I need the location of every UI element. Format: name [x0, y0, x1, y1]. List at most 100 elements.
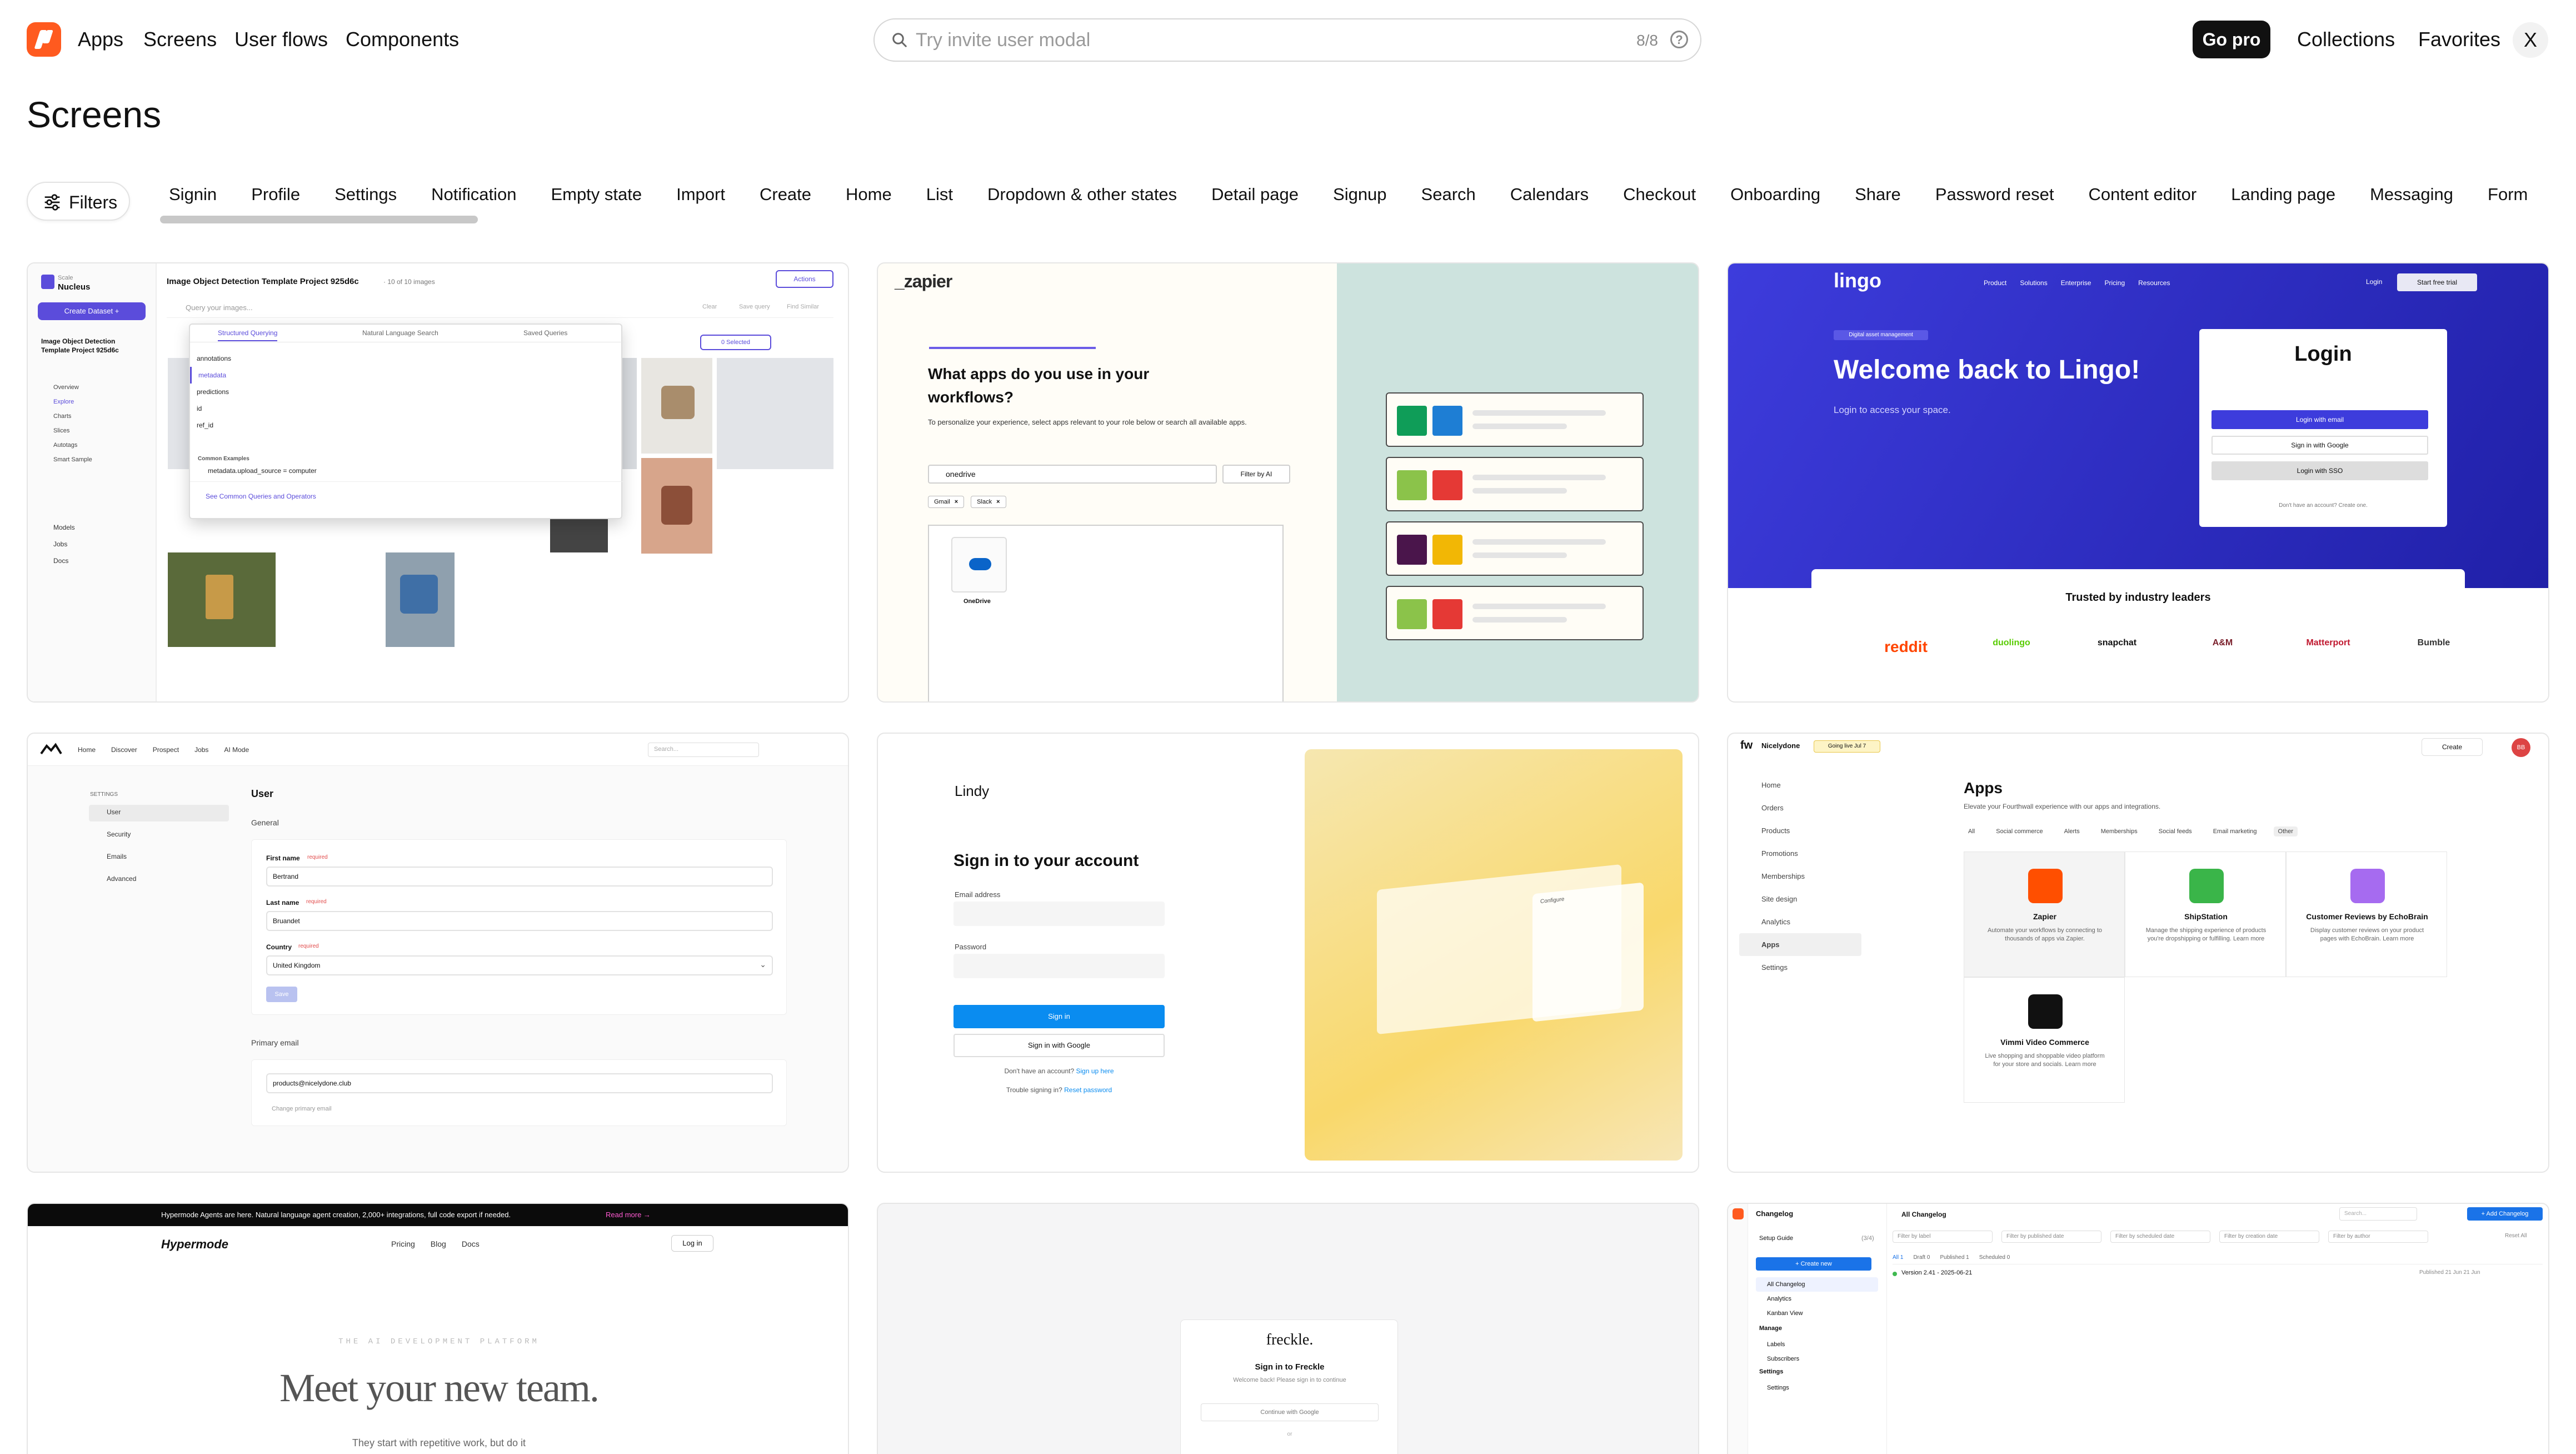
lingo-menu-item[interactable]: Product	[1984, 279, 2006, 287]
settings-nav-item[interactable]: AI Mode	[224, 746, 249, 754]
lingo-menu-item[interactable]: Solutions	[2020, 279, 2047, 287]
add-changelog-button[interactable]: + Add Changelog	[2467, 1207, 2543, 1221]
see-common-queries-link[interactable]: See Common Queries and Operators	[206, 492, 316, 500]
reset-all-link[interactable]: Reset All	[2505, 1233, 2527, 1239]
query-option[interactable]: metadata	[190, 367, 623, 384]
manage-item[interactable]: Labels	[1756, 1337, 1878, 1352]
change-email-link[interactable]: Change primary email	[272, 1106, 332, 1112]
category-checkout[interactable]: Checkout	[1610, 177, 1709, 212]
nav-user-flows[interactable]: User flows	[234, 28, 328, 51]
settings-menu-item[interactable]: Emails	[94, 853, 228, 875]
app-chip[interactable]: Gmail ×	[928, 496, 965, 508]
apps-nav-item[interactable]: Promotions	[1739, 842, 1861, 865]
apps-nav-item[interactable]: Home	[1739, 774, 1861, 796]
email-field[interactable]: products@nicelydone.club	[266, 1073, 773, 1093]
settings-nav-item[interactable]: Prospect	[153, 746, 179, 754]
sign-up-link[interactable]: Sign up here	[1076, 1067, 1114, 1075]
settings-menu-item[interactable]: User	[94, 808, 228, 830]
collections-link[interactable]: Collections	[2297, 28, 2395, 51]
app-card[interactable]: Customer Reviews by EchoBrain Display cus…	[2286, 852, 2447, 977]
apps-nav-item[interactable]: Apps	[1739, 933, 1861, 956]
category-dropdown-other-states[interactable]: Dropdown & other states	[974, 177, 1190, 212]
filter-by-ai-button[interactable]: Filter by AI	[1222, 465, 1290, 484]
google-signin-button[interactable]: Sign in with Google	[953, 1034, 1165, 1057]
nucleus-side-item[interactable]: Autotags	[41, 438, 147, 452]
category-create[interactable]: Create	[746, 177, 825, 212]
screen-card-hypermode[interactable]: Hypermode Agents are here. Natural langu…	[27, 1203, 849, 1454]
settings-menu-item[interactable]: Security	[94, 830, 228, 853]
category-content-editor[interactable]: Content editor	[2075, 177, 2210, 212]
query-option[interactable]: predictions	[190, 384, 623, 400]
app-chip[interactable]: Slack ×	[971, 496, 1006, 508]
category-form[interactable]: Form	[2474, 177, 2541, 212]
nucleus-side-item[interactable]: Charts	[41, 409, 147, 424]
changelog-filter[interactable]: Filter by published date	[2001, 1231, 2101, 1243]
nav-apps[interactable]: Apps	[78, 28, 123, 51]
go-pro-button[interactable]: Go pro	[2193, 21, 2270, 58]
app-logo[interactable]	[27, 22, 61, 57]
login-sso-button[interactable]: Login with SSO	[2211, 461, 2428, 480]
category-scrollbar[interactable]	[160, 216, 478, 223]
example-query[interactable]: metadata.upload_source = computer	[208, 467, 317, 475]
lingo-menu-item[interactable]: Pricing	[2104, 279, 2125, 287]
category-home[interactable]: Home	[832, 177, 905, 212]
screen-card-freckle[interactable]: freckle. Sign in to Freckle Welcome back…	[877, 1203, 1699, 1454]
settings-menu-item[interactable]: Advanced	[94, 875, 228, 897]
save-query-link[interactable]: Save query	[739, 303, 770, 310]
settings-nav-item[interactable]: Discover	[111, 746, 137, 754]
help-icon[interactable]: ?	[1670, 31, 1688, 48]
create-new-button[interactable]: + Create new	[1756, 1257, 1871, 1271]
login-email-button[interactable]: Login with email	[2211, 410, 2428, 429]
hypermode-nav-link[interactable]: Pricing	[391, 1239, 415, 1248]
category-import[interactable]: Import	[663, 177, 738, 212]
actions-button[interactable]: Actions	[776, 270, 833, 288]
apps-filter-tab[interactable]: Social commerce	[1991, 826, 2047, 836]
nucleus-side-bottom-item[interactable]: Jobs	[41, 536, 147, 552]
apps-nav-item[interactable]: Site design	[1739, 888, 1861, 910]
create-button[interactable]: Create	[2422, 738, 2483, 756]
changelog-entry[interactable]: Version 2.41 - 2025-06-21	[1901, 1269, 1972, 1276]
apps-filter-tab[interactable]: Alerts	[2060, 826, 2084, 836]
screen-card-apps[interactable]: fw Nicelydone Going live Jul 7 Create BB…	[1727, 733, 2549, 1173]
changelog-status-tab[interactable]: All 1	[1893, 1254, 1903, 1261]
apps-filter-tab[interactable]: All	[1964, 826, 1979, 836]
hypermode-nav-link[interactable]: Docs	[462, 1239, 480, 1248]
sign-in-button[interactable]: Sign in	[953, 1005, 1165, 1028]
email-input[interactable]	[953, 902, 1165, 926]
settings-item[interactable]: Settings	[1756, 1381, 1878, 1395]
changelog-status-tab[interactable]: Draft 0	[1913, 1254, 1930, 1261]
nucleus-side-item[interactable]: Slices	[41, 424, 147, 438]
last-name-input[interactable]: Bruandet	[266, 911, 773, 931]
apps-nav-item[interactable]: Products	[1739, 819, 1861, 842]
lingo-login-link[interactable]: Login	[2366, 278, 2382, 286]
query-tab[interactable]: Structured Querying	[218, 329, 278, 341]
changelog-status-tab[interactable]: Published 1	[1940, 1254, 1969, 1261]
changelog-nav-item[interactable]: Analytics	[1756, 1292, 1878, 1306]
lingo-no-account[interactable]: Don't have an account? Create one.	[2199, 502, 2447, 509]
country-select[interactable]: United Kingdom ⌄	[266, 955, 773, 975]
query-option[interactable]: id	[190, 400, 623, 417]
lingo-menu-item[interactable]: Enterprise	[2061, 279, 2091, 287]
changelog-nav-item[interactable]: All Changelog	[1756, 1277, 1878, 1292]
query-option[interactable]: annotations	[190, 350, 623, 367]
apps-nav-item[interactable]: Settings	[1739, 956, 1861, 979]
category-landing-page[interactable]: Landing page	[2218, 177, 2349, 212]
apps-filter-tab[interactable]: Email marketing	[2209, 826, 2262, 836]
nucleus-side-bottom-item[interactable]: Docs	[41, 552, 147, 569]
read-more-link[interactable]: Read more →	[606, 1211, 651, 1219]
changelog-status-tab[interactable]: Scheduled 0	[1979, 1254, 2010, 1261]
settings-nav-item[interactable]: Jobs	[194, 746, 208, 754]
close-icon[interactable]: ×	[955, 499, 958, 505]
category-settings[interactable]: Settings	[321, 177, 410, 212]
lingo-menu-item[interactable]: Resources	[2138, 279, 2170, 287]
hypermode-nav-link[interactable]: Blog	[431, 1239, 446, 1248]
category-signin[interactable]: Signin	[156, 177, 230, 212]
save-button[interactable]: Save	[266, 987, 297, 1002]
apps-filter-tab[interactable]: Memberships	[2096, 826, 2142, 836]
screen-card-nucleus[interactable]: Scale Nucleus Create Dataset + Image Obj…	[27, 262, 849, 703]
nucleus-side-item[interactable]: Overview	[41, 380, 147, 395]
changelog-filter[interactable]: Filter by scheduled date	[2110, 1231, 2210, 1243]
manage-item[interactable]: Subscribers	[1756, 1352, 1878, 1366]
settings-nav-item[interactable]: Home	[78, 746, 96, 754]
find-similar-link[interactable]: Find Similar	[787, 303, 819, 310]
